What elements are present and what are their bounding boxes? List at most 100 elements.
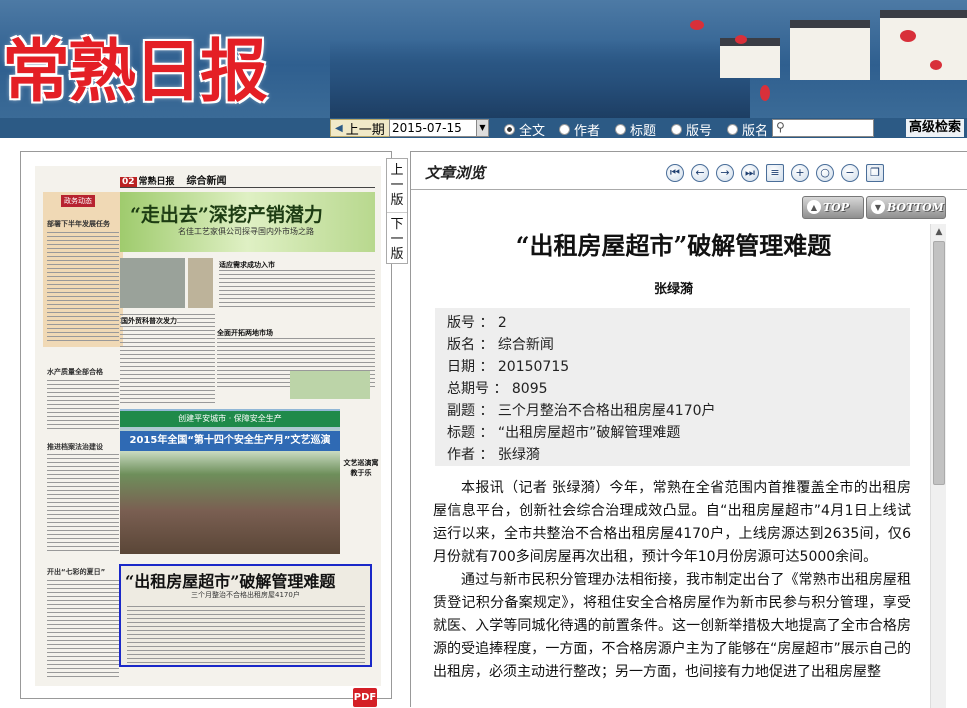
- meta-page-number: 版号 ： 2: [447, 315, 507, 331]
- dropdown-arrow-icon[interactable]: ▼: [476, 120, 488, 136]
- left-headline[interactable]: 推进档案法治建设: [47, 442, 103, 452]
- radio-icon: [559, 124, 570, 135]
- header-blossom: [760, 85, 770, 101]
- date-select[interactable]: 2015-07-15 ▼: [389, 119, 489, 137]
- radio-icon: [615, 124, 626, 135]
- last-page-icon[interactable]: ⏭: [741, 164, 759, 182]
- highlight-headline: “出租房屋超市”破解管理难题: [125, 572, 336, 591]
- news-photo[interactable]: [120, 258, 185, 308]
- search-option-label: 版名: [742, 124, 769, 139]
- newspaper-page-number: 02: [120, 177, 137, 187]
- header-scenery-house: [790, 20, 870, 80]
- news-photo[interactable]: [188, 258, 213, 308]
- article-title: “出租房屋超市”破解管理难题: [515, 231, 832, 260]
- zoom-out-icon[interactable]: −: [841, 164, 859, 182]
- text-block: [120, 314, 215, 404]
- article-nav-icons: ⏮ ← → ⏭ ≡ + ○ − ❐: [666, 164, 884, 182]
- radio-selected-icon: [504, 124, 515, 135]
- lead-story-subhead: 名佳工艺家俱公司探寻国内外市场之路: [178, 227, 314, 236]
- advanced-search-link[interactable]: 高级检索: [906, 119, 965, 137]
- left-headline[interactable]: 开出“七彩的夏日”: [47, 567, 105, 577]
- highlight-subhead: 三个月整治不合格出租房屋4170户: [191, 591, 300, 599]
- search-input[interactable]: ⚲: [772, 119, 874, 137]
- page-switch-tabs: 上一版 下一版: [386, 158, 408, 264]
- article-paragraph: 本报讯（记者 张绿漪）今年，常熟在全省范围内首推覆盖全市的出租房屋信息平台，创新…: [433, 480, 911, 565]
- photo-banner: 2015年全国“第十四个安全生产月”文艺巡演: [120, 431, 340, 451]
- header-blossom: [900, 30, 916, 42]
- mid-headline[interactable]: 适应需求成功入市: [219, 260, 275, 270]
- header-scenery-house: [880, 10, 967, 80]
- text-block: [127, 606, 365, 664]
- arrow-left-icon: ◀: [335, 122, 343, 134]
- prev-page-icon[interactable]: ←: [691, 164, 709, 182]
- date-value: 2015-07-15: [392, 121, 462, 135]
- text-block: [47, 580, 119, 680]
- lead-story-headline: “走出去”深挖产销潜力: [130, 204, 323, 226]
- pdf-icon[interactable]: PDF: [353, 688, 377, 707]
- meta-title: 标题 ： “出租房屋超市”破解管理难题: [447, 425, 681, 441]
- site-logo[interactable]: 常熟日报: [2, 16, 268, 115]
- photo-banner-top: 创建平安城市 · 保障安全生产: [120, 411, 340, 427]
- newspaper-name: 常熟日报: [138, 177, 175, 187]
- first-page-icon[interactable]: ⏮: [666, 164, 684, 182]
- search-toolbar: ◀ 上一期 2015-07-15 ▼ 全文 作者 标题 版号 版名 ⚲ 高级检索: [0, 118, 967, 139]
- mid-headline[interactable]: 全面开拓两地市场: [217, 328, 273, 338]
- scrollbar-thumb[interactable]: [933, 241, 945, 485]
- ad-image[interactable]: [290, 371, 370, 399]
- radio-icon: [727, 124, 738, 135]
- next-page-tab[interactable]: 下一版: [387, 213, 407, 266]
- text-block: [47, 380, 119, 432]
- bottom-button[interactable]: ▼ BOTTOM: [866, 196, 946, 219]
- meta-page-name: 版名 ： 综合新闻: [447, 337, 554, 353]
- meta-subtitle: 副题 ： 三个月整治不合格出租房屋4170户: [447, 403, 716, 419]
- text-block: [47, 232, 119, 342]
- lead-story-banner[interactable]: “走出去”深挖产销潜力 名佳工艺家俱公司探寻国内外市场之路: [120, 192, 375, 252]
- list-icon[interactable]: ≡: [766, 164, 784, 182]
- prev-issue-label: 上一期: [345, 122, 385, 138]
- zoom-reset-icon[interactable]: ○: [816, 164, 834, 182]
- meta-author: 作者 ： 张绿漪: [447, 447, 540, 463]
- prev-page-tab[interactable]: 上一版: [387, 159, 407, 213]
- article-scrollbar[interactable]: ▲: [930, 224, 946, 708]
- mid-headline[interactable]: 国外贸科普次发力: [121, 316, 177, 326]
- article-paragraph: 通过与新市民积分管理办法相衔接，我市制定出台了《常熟市出租房屋租赁登记积分备案规…: [433, 572, 911, 680]
- search-option-fulltext[interactable]: 全文: [504, 120, 545, 139]
- meta-date: 日期 ： 20150715: [447, 359, 570, 375]
- article-panel-header: 文章浏览 ⏮ ← → ⏭ ≡ + ○ − ❐: [411, 152, 967, 190]
- copy-icon[interactable]: ❐: [866, 164, 884, 182]
- prev-issue-button[interactable]: ◀ 上一期: [330, 119, 390, 138]
- text-block: [47, 454, 119, 554]
- header-scenery: [330, 40, 750, 118]
- zoom-in-icon[interactable]: +: [791, 164, 809, 182]
- next-page-icon[interactable]: →: [716, 164, 734, 182]
- meta-issue-number: 总期号 ： 8095: [447, 381, 548, 397]
- left-headline[interactable]: 水产质量全部合格: [47, 367, 103, 377]
- search-option-label: 全文: [519, 124, 546, 139]
- top-button-label: TOP: [823, 201, 850, 214]
- radio-icon: [671, 124, 682, 135]
- bottom-button-label: BOTTOM: [887, 201, 944, 214]
- search-option-label: 版号: [686, 124, 713, 139]
- search-option-title[interactable]: 标题: [615, 120, 656, 139]
- article-author: 张绿漪: [653, 282, 693, 297]
- header-blossom: [735, 35, 747, 44]
- search-option-page-name[interactable]: 版名: [727, 120, 768, 139]
- left-headline[interactable]: 部署下半年发展任务: [47, 219, 110, 229]
- header-blossom: [930, 60, 942, 70]
- site-header: 常熟日报: [0, 0, 967, 118]
- header-blossom: [690, 20, 704, 30]
- performance-photo[interactable]: 创建平安城市 · 保障安全生产 2015年全国“第十四个安全生产月”文艺巡演: [120, 409, 340, 554]
- selected-article-highlight[interactable]: “出租房屋超市”破解管理难题 三个月整治不合格出租房屋4170户: [119, 564, 372, 667]
- top-button[interactable]: ▲ TOP: [802, 196, 864, 219]
- search-option-page-number[interactable]: 版号: [671, 120, 712, 139]
- photo-caption[interactable]: 文艺巡演寓教于乐: [343, 458, 379, 478]
- newspaper-page-image[interactable]: 02 常熟日报 综合新闻 政务动态 部署下半年发展任务 水产质量全部合格 推进档案法…: [35, 166, 381, 686]
- article-metadata: 版号 ： 2 版名 ： 综合新闻 日期 ： 20150715 总期号 ： 809…: [435, 308, 910, 466]
- article-panel: 文章浏览 ⏮ ← → ⏭ ≡ + ○ − ❐ ▲ TOP ▼ BOTTOM ▲ …: [410, 151, 967, 708]
- article-body: 本报讯（记者 张绿漪）今年，常熟在全省范围内首推覆盖全市的出租房屋信息平台，创新…: [433, 477, 911, 684]
- newspaper-page-panel: 02 常熟日报 综合新闻 政务动态 部署下半年发展任务 水产质量全部合格 推进档案法…: [20, 151, 392, 699]
- scroll-up-icon[interactable]: ▲: [931, 224, 947, 240]
- left-column: 政务动态 部署下半年发展任务 水产质量全部合格 推进档案法治建设 开出“七彩的夏…: [43, 192, 125, 686]
- newspaper-section: 综合新闻: [186, 176, 227, 187]
- search-option-author[interactable]: 作者: [559, 120, 600, 139]
